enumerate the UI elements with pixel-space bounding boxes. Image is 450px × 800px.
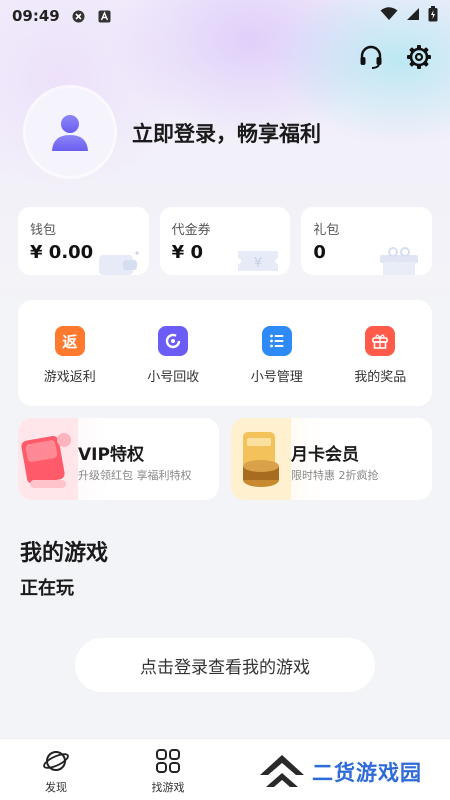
nav-label: 发现 <box>45 781 67 794</box>
voucher-card[interactable]: 代金券 ¥ 0 ¥ <box>159 207 291 275</box>
monthly-title: 月卡会员 <box>291 445 359 465</box>
tools-grid: 返 游戏返利 小号回收 小号管理 我的奖品 <box>18 300 432 406</box>
wallet-icon <box>98 251 139 275</box>
battery-icon <box>428 6 438 26</box>
vip-subtitle: 升级领红包 享福利特权 <box>78 469 192 482</box>
tool-label: 游戏返利 <box>43 370 96 385</box>
voucher-label: 代金券 <box>171 223 211 238</box>
watermark-logo-icon <box>260 755 304 787</box>
nav-label: 找游戏 <box>151 781 185 794</box>
wallet-card[interactable]: 钱包 ¥ 0.00 <box>18 207 149 275</box>
gift-pack-card[interactable]: 礼包 0 <box>301 207 433 275</box>
list-manage-icon <box>261 326 292 356</box>
nav-discover[interactable]: 发现 <box>0 739 112 800</box>
recycle-icon <box>158 326 189 356</box>
promo-row: VIP特权 升级领红包 享福利特权 月卡会员 限时特惠 2折疯抢 <box>18 418 432 500</box>
avatar[interactable] <box>26 88 114 176</box>
settings-gear-icon[interactable] <box>404 42 434 72</box>
app-a-icon <box>98 9 112 23</box>
wallet-summary: 钱包 ¥ 0.00 代金券 ¥ 0 ¥ 礼包 0 <box>18 207 433 275</box>
watermark: 二货游戏园 <box>258 748 444 796</box>
tool-label: 小号回收 <box>147 370 200 385</box>
tool-account-manage[interactable]: 小号管理 <box>225 326 329 406</box>
user-avatar-icon <box>52 115 88 151</box>
wallet-label: 钱包 <box>30 223 57 238</box>
my-games-title: 我的游戏 <box>20 541 109 566</box>
planet-icon <box>43 751 69 771</box>
tool-game-rebate[interactable]: 返 游戏返利 <box>18 326 122 406</box>
tool-label: 小号管理 <box>250 370 303 385</box>
tool-label: 我的奖品 <box>354 370 407 385</box>
vip-privilege-card[interactable]: VIP特权 升级领红包 享福利特权 <box>18 418 219 500</box>
playing-subtitle: 正在玩 <box>20 578 74 599</box>
wifi-icon <box>380 7 398 25</box>
shield-close-icon <box>72 9 86 23</box>
login-prompt[interactable]: 立即登录，畅享福利 <box>132 118 321 148</box>
monthly-subtitle: 限时特惠 2折疯抢 <box>291 469 379 482</box>
header-actions <box>356 42 434 72</box>
signal-icon <box>406 7 420 25</box>
gift-icon <box>365 326 396 356</box>
status-bar: 09:49 <box>0 0 450 32</box>
svg-text:¥: ¥ <box>254 256 262 271</box>
gift-box-icon <box>380 247 419 275</box>
customer-service-icon[interactable] <box>356 42 386 72</box>
gift-pack-label: 礼包 <box>313 223 340 238</box>
status-time: 09:49 <box>12 7 60 25</box>
voucher-icon: ¥ <box>238 251 279 271</box>
login-view-games-button[interactable]: 点击登录查看我的游戏 <box>75 638 375 692</box>
grid-icon <box>156 749 180 773</box>
nav-find-games[interactable]: 找游戏 <box>112 739 224 800</box>
vip-title: VIP特权 <box>78 445 144 465</box>
vip-red-envelope-icon <box>18 418 78 500</box>
monthly-card-card[interactable]: 月卡会员 限时特惠 2折疯抢 <box>231 418 432 500</box>
rebate-icon: 返 <box>54 326 85 356</box>
monthly-card-icon <box>231 418 291 500</box>
watermark-text: 二货游戏园 <box>312 761 422 785</box>
tool-account-recycle[interactable]: 小号回收 <box>122 326 226 406</box>
tool-my-prizes[interactable]: 我的奖品 <box>329 326 433 406</box>
